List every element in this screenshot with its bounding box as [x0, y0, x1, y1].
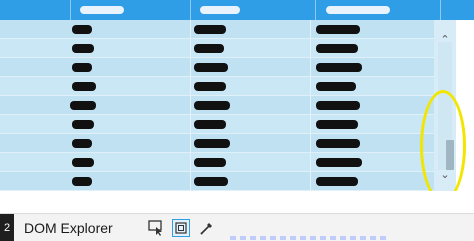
data-grid	[0, 20, 434, 191]
table-row[interactable]	[0, 77, 434, 96]
redacted-cell	[72, 139, 92, 148]
redacted-cell	[194, 120, 226, 129]
table-row[interactable]	[0, 153, 434, 172]
header-separator	[440, 0, 441, 20]
table-row[interactable]	[0, 172, 434, 191]
redacted-cell	[194, 139, 230, 148]
redacted-cell	[316, 177, 358, 186]
redacted-cell	[316, 44, 358, 53]
redacted-cell	[72, 82, 96, 91]
redacted-cell	[72, 63, 92, 72]
table-row[interactable]	[0, 134, 434, 153]
redacted-cell	[72, 177, 92, 186]
redacted-cell	[194, 82, 226, 91]
header-cell-redacted[interactable]	[326, 6, 390, 14]
tool-title: DOM Explorer	[24, 220, 113, 236]
redacted-cell	[316, 158, 362, 167]
left-tab[interactable]: 2	[0, 214, 14, 241]
redacted-cell	[194, 25, 226, 34]
redacted-cell	[316, 101, 360, 110]
redacted-cell	[70, 101, 96, 110]
table-row[interactable]	[0, 39, 434, 58]
table-row[interactable]	[0, 115, 434, 134]
redacted-cell	[194, 177, 228, 186]
table-row[interactable]	[0, 20, 434, 39]
redacted-cell	[194, 63, 228, 72]
pointer-select-icon[interactable]	[147, 219, 165, 237]
header-cell-redacted[interactable]	[80, 6, 124, 14]
redacted-cell	[72, 120, 94, 129]
vertical-scrollbar[interactable]: ⌃ ⌄	[434, 20, 456, 191]
redacted-cell	[316, 63, 362, 72]
redacted-cell	[194, 44, 224, 53]
table-row[interactable]	[0, 96, 434, 115]
header-separator	[190, 0, 191, 20]
redacted-cell	[316, 25, 360, 34]
redacted-cell	[316, 120, 358, 129]
redacted-cell	[72, 25, 92, 34]
eyedropper-icon[interactable]	[198, 219, 216, 237]
redacted-cell	[72, 44, 94, 53]
redacted-cell	[194, 101, 230, 110]
header-cell-redacted[interactable]	[200, 6, 240, 14]
redacted-cell	[194, 158, 226, 167]
table-header	[0, 0, 474, 20]
header-separator	[70, 0, 71, 20]
header-separator	[315, 0, 316, 20]
redacted-cell	[72, 158, 94, 167]
scroll-down-arrow-icon[interactable]: ⌄	[434, 165, 456, 183]
redacted-cell	[316, 82, 356, 91]
frame-highlight-icon[interactable]	[172, 219, 190, 237]
redacted-cell	[316, 139, 360, 148]
table-row[interactable]	[0, 58, 434, 77]
